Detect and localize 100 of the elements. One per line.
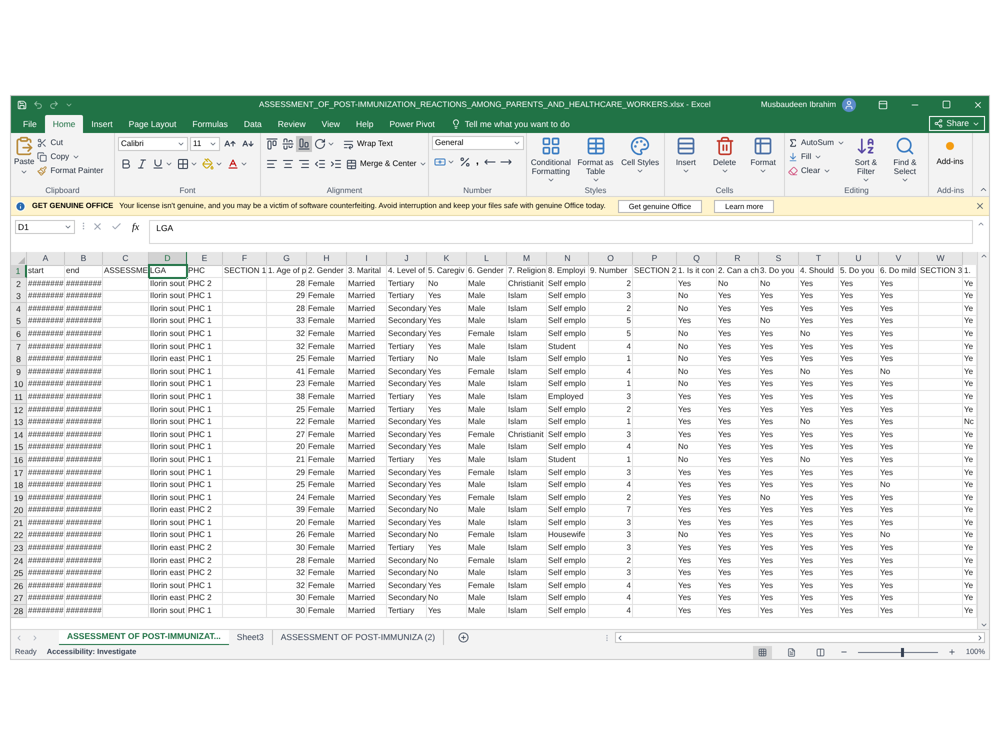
- sheet-tab[interactable]: ASSESSMENT OF POST-IMMUNIZAT...: [59, 630, 229, 646]
- tell-me-field[interactable]: Tell me what you want to do: [464, 118, 570, 130]
- format-painter-button[interactable]: Format Painter: [37, 164, 104, 177]
- row-number[interactable]: 25: [11, 567, 27, 580]
- column-header[interactable]: I: [347, 252, 387, 266]
- ribbon-tab[interactable]: Data: [236, 115, 270, 133]
- ribbon-tab[interactable]: Page Layout: [120, 115, 184, 133]
- column-header[interactable]: N: [547, 252, 589, 266]
- row-number[interactable]: 17: [11, 466, 27, 480]
- column-header[interactable]: F: [223, 252, 267, 266]
- column-header[interactable]: R: [717, 252, 759, 266]
- ribbon-tab[interactable]: Insert: [83, 115, 121, 133]
- find-select-button[interactable]: Find & Select: [886, 136, 923, 184]
- add-ins-button[interactable]: Add-ins: [932, 136, 968, 168]
- row-number[interactable]: 15: [11, 441, 27, 454]
- table-cell: ########: [65, 328, 103, 341]
- row-number[interactable]: 2: [11, 278, 27, 291]
- row-number[interactable]: 20: [11, 504, 27, 518]
- column-header[interactable]: E: [187, 252, 223, 266]
- column-header[interactable]: L: [467, 252, 507, 266]
- style-button[interactable]: Format as Table: [574, 136, 616, 184]
- column-header[interactable]: W: [919, 252, 963, 266]
- row-number[interactable]: 18: [11, 479, 27, 492]
- share-button[interactable]: Share: [929, 116, 985, 131]
- row-number[interactable]: 1: [11, 265, 27, 278]
- column-header[interactable]: H: [307, 252, 347, 266]
- font-name-field[interactable]: Calibri: [118, 137, 188, 151]
- table-cell: ########: [65, 554, 103, 568]
- row-number[interactable]: 23: [11, 542, 27, 556]
- row-number[interactable]: 24: [11, 554, 27, 568]
- style-button[interactable]: Cell Styles: [619, 136, 662, 175]
- column-header[interactable]: V: [879, 252, 919, 266]
- cut-button[interactable]: Cut: [37, 136, 104, 149]
- merge-center-button[interactable]: Merge & Center: [346, 158, 428, 170]
- name-box[interactable]: D1: [15, 220, 75, 234]
- row-number[interactable]: 16: [11, 454, 27, 467]
- row-number[interactable]: 19: [11, 492, 27, 505]
- column-header[interactable]: U: [839, 252, 879, 266]
- row-number[interactable]: 7: [11, 340, 27, 354]
- ribbon-tab[interactable]: Help: [348, 115, 382, 133]
- autosum-button[interactable]: AutoSum: [788, 136, 845, 149]
- insert-function-button[interactable]: fx: [126, 220, 146, 235]
- table-cell: Islam: [507, 353, 547, 366]
- table-cell: Yes: [759, 428, 799, 442]
- column-header[interactable]: P: [633, 252, 677, 266]
- row-number[interactable]: 6: [11, 328, 27, 341]
- font-size-field[interactable]: 11: [190, 137, 220, 151]
- paste-button[interactable]: Paste: [14, 136, 34, 176]
- column-header[interactable]: S: [759, 252, 799, 266]
- row-number[interactable]: 3: [11, 290, 27, 304]
- column-header[interactable]: M: [507, 252, 547, 266]
- fill-button[interactable]: Fill: [788, 150, 845, 163]
- table-cell: 4: [589, 605, 633, 618]
- column-header[interactable]: J: [387, 252, 427, 266]
- style-button[interactable]: Conditional Formatting: [530, 136, 572, 184]
- row-number[interactable]: 28: [11, 605, 27, 618]
- ribbon-tab[interactable]: View: [314, 115, 348, 133]
- column-header[interactable]: K: [427, 252, 467, 266]
- cell-button[interactable]: Format: [745, 136, 782, 175]
- column-header[interactable]: T: [799, 252, 839, 266]
- cell-button[interactable]: Insert: [668, 136, 704, 175]
- column-header[interactable]: O: [589, 252, 633, 266]
- row-number[interactable]: 27: [11, 592, 27, 606]
- column-header[interactable]: G: [267, 252, 307, 266]
- table-cell: Tertiary: [387, 340, 427, 354]
- comma-style-button[interactable]: ,: [473, 156, 482, 168]
- column-header[interactable]: B: [65, 252, 103, 266]
- number-format-field[interactable]: General: [432, 136, 524, 150]
- row-number[interactable]: 11: [11, 390, 27, 404]
- column-header[interactable]: Q: [677, 252, 717, 266]
- ribbon-tab[interactable]: Review: [270, 115, 314, 133]
- row-number[interactable]: 10: [11, 378, 27, 392]
- ribbon-tab[interactable]: Home: [44, 115, 84, 133]
- column-header[interactable]: A: [27, 252, 65, 266]
- row-number[interactable]: 14: [11, 428, 27, 442]
- copy-button[interactable]: Copy: [37, 150, 104, 163]
- table-cell: ########: [65, 529, 103, 542]
- cell-button[interactable]: Delete: [706, 136, 742, 175]
- table-cell: Yes: [879, 580, 919, 593]
- row-number[interactable]: 8: [11, 353, 27, 366]
- ribbon-tab[interactable]: File: [15, 115, 45, 133]
- row-number[interactable]: 13: [11, 416, 27, 430]
- row-number[interactable]: 9: [11, 366, 27, 379]
- row-number[interactable]: 12: [11, 404, 27, 417]
- ribbon-tab[interactable]: Power Pivot: [381, 115, 443, 133]
- formula-field[interactable]: LGA: [149, 220, 973, 244]
- row-number[interactable]: 4: [11, 302, 27, 316]
- table-cell: Married: [347, 315, 387, 328]
- ribbon-tab[interactable]: Formulas: [184, 115, 236, 133]
- table-cell: Self emplo: [547, 504, 589, 518]
- row-number[interactable]: 26: [11, 580, 27, 593]
- row-number[interactable]: 5: [11, 315, 27, 328]
- table-cell: PHC 1: [187, 605, 223, 618]
- clear-button[interactable]: Clear: [788, 164, 845, 177]
- sort-filter-button[interactable]: Sort & Filter: [848, 136, 884, 184]
- table-cell: Married: [347, 454, 387, 467]
- row-number[interactable]: 22: [11, 529, 27, 542]
- row-number[interactable]: 21: [11, 516, 27, 530]
- table-cell: Female: [307, 353, 347, 366]
- wrap-text-button[interactable]: Wrap Text: [343, 138, 393, 150]
